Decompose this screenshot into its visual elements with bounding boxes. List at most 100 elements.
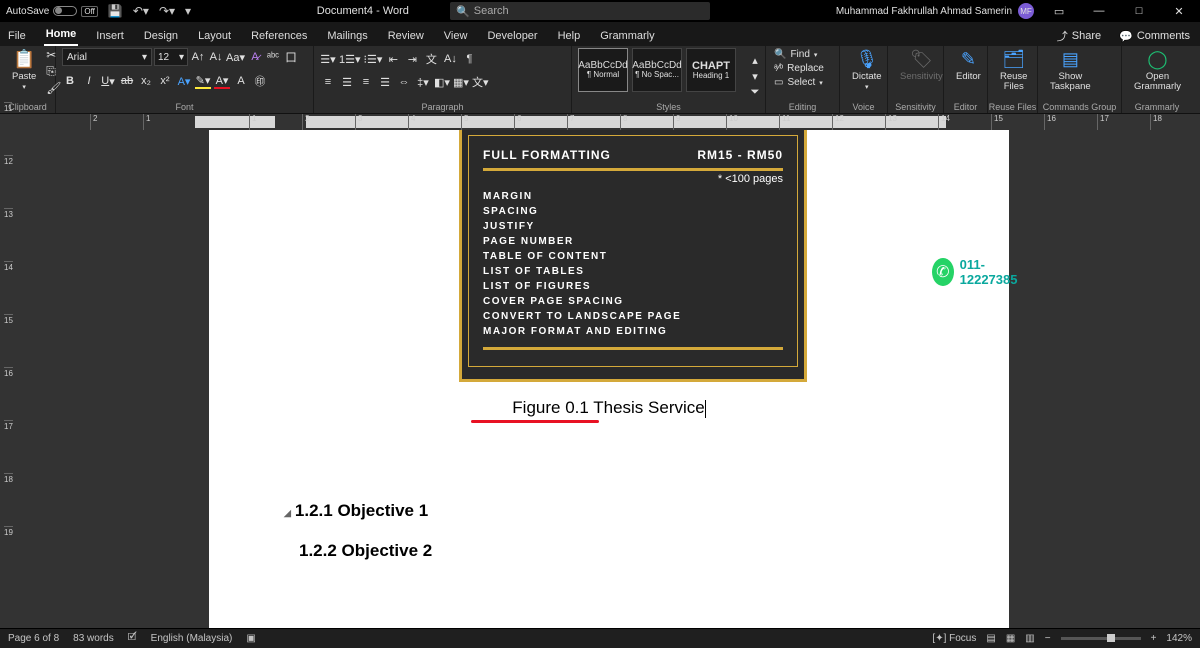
align-right-icon[interactable]: ≡ — [358, 74, 374, 90]
align-center-icon[interactable]: ☰ — [339, 74, 355, 90]
font-name-select[interactable]: Arial▾ — [62, 48, 152, 66]
document-canvas[interactable]: FULL FORMATTINGRM15 - RM50 * <100 pages … — [18, 130, 1200, 628]
select-icon: ▭ — [774, 77, 783, 88]
figure-caption[interactable]: Figure 0.1 Thesis Service — [209, 398, 1009, 418]
sort-icon[interactable]: A↓ — [442, 51, 458, 67]
collapse-icon[interactable]: ◢ — [284, 508, 291, 519]
dictate-button[interactable]: 🎙Dictate▾ — [846, 48, 888, 94]
tab-design[interactable]: Design — [142, 26, 180, 46]
numbering-icon[interactable]: 1☰▾ — [339, 51, 361, 67]
styles-down-icon[interactable]: ▾ — [747, 68, 763, 84]
zoom-out-icon[interactable]: − — [1045, 633, 1051, 644]
grow-font-icon[interactable]: A↑ — [190, 49, 206, 65]
ribbon-display-icon[interactable]: ▭ — [1044, 5, 1074, 18]
text-direction-icon[interactable]: 文 — [423, 51, 439, 67]
clear-format-icon[interactable]: A̷ — [247, 49, 263, 65]
open-grammarly-button[interactable]: ◯Open Grammarly — [1128, 48, 1187, 95]
highlight-icon[interactable]: ✎▾ — [195, 73, 211, 89]
tab-view[interactable]: View — [442, 26, 470, 46]
maximize-icon[interactable]: □ — [1124, 5, 1154, 17]
autosave-toggle[interactable]: AutoSaveOff — [6, 6, 98, 17]
styles-more-icon[interactable]: ⏷ — [747, 84, 763, 100]
text-effects-icon[interactable]: A▾ — [176, 73, 192, 89]
paste-button[interactable]: 📋Paste▾ — [6, 48, 42, 94]
tab-home[interactable]: Home — [44, 24, 79, 46]
ruler-horizontal[interactable]: 21123456789101112131415161718 — [0, 114, 1200, 130]
ruler-vertical[interactable]: 111213141516171819 — [0, 130, 18, 628]
style-tile[interactable]: AaBbCcDd¶ No Spac... — [632, 48, 682, 92]
proofing-icon[interactable]: 🗹 — [128, 630, 137, 647]
minimize-icon[interactable]: — — [1084, 5, 1114, 17]
asian-layout-icon[interactable]: 文▾ — [472, 74, 489, 90]
font-size-select[interactable]: 12▾ — [154, 48, 188, 66]
tab-grammarly[interactable]: Grammarly — [598, 26, 656, 46]
read-mode-icon[interactable]: ▤ — [986, 633, 995, 644]
distribute-icon[interactable]: ⇔ — [396, 74, 412, 90]
share-button[interactable]: ⤴Share — [1053, 26, 1105, 46]
tab-developer[interactable]: Developer — [485, 26, 539, 46]
underline-button[interactable]: U▾ — [100, 73, 116, 89]
italic-button[interactable]: I — [81, 73, 97, 89]
tab-file[interactable]: File — [6, 26, 28, 46]
taskpane-icon: ▤ — [1062, 50, 1079, 70]
heading-122[interactable]: 1.2.2 Objective 2 — [299, 541, 1009, 561]
show-marks-icon[interactable]: ¶ — [461, 51, 477, 67]
styles-up-icon[interactable]: ▴ — [747, 52, 763, 68]
shrink-font-icon[interactable]: A↓ — [208, 49, 224, 65]
tab-mailings[interactable]: Mailings — [325, 26, 369, 46]
find-button[interactable]: 🔍Find▾ — [772, 48, 826, 61]
user-account[interactable]: Muhammad Fakhrullah Ahmad SamerinMF — [836, 3, 1034, 19]
focus-mode[interactable]: [✦] Focus — [932, 633, 976, 644]
search-input[interactable]: 🔍Search — [450, 2, 710, 20]
zoom-slider[interactable] — [1061, 637, 1141, 640]
save-icon[interactable]: 💾 — [108, 4, 123, 18]
print-layout-icon[interactable]: ▦ — [1006, 633, 1015, 644]
font-color-icon[interactable]: A▾ — [214, 73, 230, 89]
enclose-icon[interactable]: ㊞ — [252, 73, 268, 89]
replace-button[interactable]: ᵃ⁄ᵇReplace — [772, 62, 826, 75]
show-taskpane-button[interactable]: ▤Show Taskpane — [1044, 48, 1097, 95]
borders-icon[interactable]: ▦▾ — [453, 74, 469, 90]
language-indicator[interactable]: English (Malaysia) — [151, 633, 233, 644]
sensitivity-icon: 🏷 — [910, 50, 933, 70]
macro-icon[interactable]: ▣ — [246, 633, 255, 644]
tab-help[interactable]: Help — [556, 26, 583, 46]
comments-button[interactable]: 💬Comments — [1115, 28, 1194, 45]
style-tile[interactable]: AaBbCcDd¶ Normal — [578, 48, 628, 92]
bullets-icon[interactable]: ☰▾ — [320, 51, 336, 67]
bold-button[interactable]: B — [62, 73, 78, 89]
shading-icon[interactable]: ◧▾ — [434, 74, 450, 90]
subscript-button[interactable]: x₂ — [138, 73, 154, 89]
outdent-icon[interactable]: ⇤ — [385, 51, 401, 67]
zoom-in-icon[interactable]: + — [1151, 633, 1157, 644]
align-left-icon[interactable]: ≡ — [320, 74, 336, 90]
tab-layout[interactable]: Layout — [196, 26, 233, 46]
multilevel-icon[interactable]: ⁝☰▾ — [364, 51, 383, 67]
strike-button[interactable]: ab — [119, 73, 135, 89]
char-shading-icon[interactable]: A — [233, 73, 249, 89]
phonetic-icon[interactable]: ᵃᵇᶜ — [265, 49, 281, 65]
redo-icon[interactable]: ↷▾ — [159, 4, 175, 18]
editor-button[interactable]: ✎Editor — [950, 48, 987, 84]
qat-more-icon[interactable]: ▾ — [185, 4, 191, 18]
tab-review[interactable]: Review — [386, 26, 426, 46]
indent-icon[interactable]: ⇥ — [404, 51, 420, 67]
justify-icon[interactable]: ☰ — [377, 74, 393, 90]
close-icon[interactable]: ✕ — [1164, 5, 1194, 18]
superscript-button[interactable]: x² — [157, 73, 173, 89]
web-layout-icon[interactable]: ▥ — [1025, 633, 1034, 644]
char-border-icon[interactable]: 囗 — [283, 49, 299, 65]
tab-references[interactable]: References — [249, 26, 309, 46]
zoom-level[interactable]: 142% — [1166, 633, 1192, 644]
style-tile[interactable]: CHAPTHeading 1 — [686, 48, 736, 92]
page-indicator[interactable]: Page 6 of 8 — [8, 633, 59, 644]
ribbon: 📋Paste▾ ✂ ⎘ 🖌 Clipboard Arial▾ 12▾ A↑ A↓… — [0, 46, 1200, 114]
select-button[interactable]: ▭Select▾ — [772, 76, 826, 89]
reuse-files-button[interactable]: 🗂Reuse Files — [994, 48, 1033, 95]
undo-icon[interactable]: ↶▾ — [133, 4, 149, 18]
tab-insert[interactable]: Insert — [94, 26, 126, 46]
word-count[interactable]: 83 words — [73, 633, 114, 644]
change-case-icon[interactable]: Aa▾ — [226, 49, 245, 65]
heading-121[interactable]: ◢1.2.1 Objective 1 — [284, 501, 1009, 521]
line-spacing-icon[interactable]: ‡▾ — [415, 74, 431, 90]
